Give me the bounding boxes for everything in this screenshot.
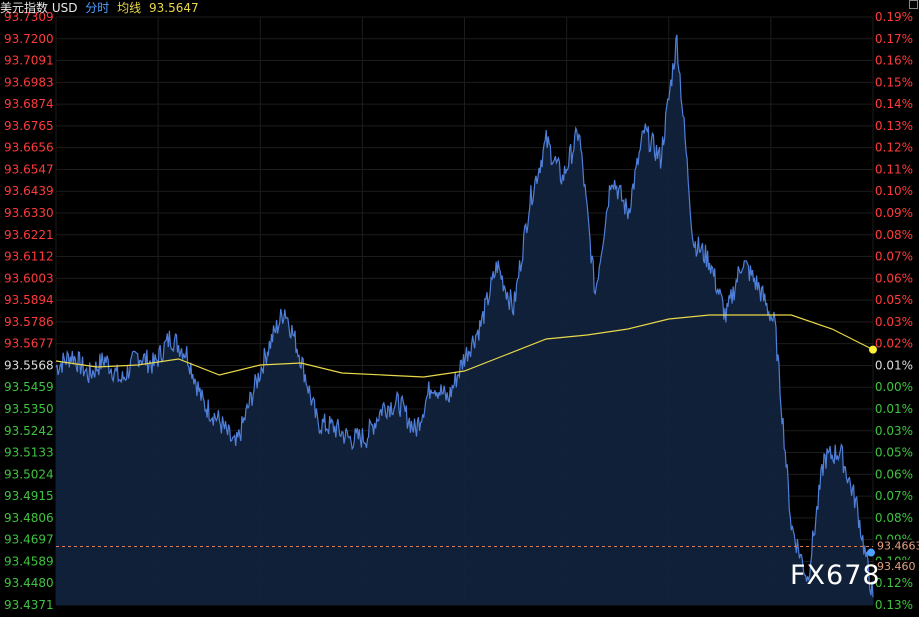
intraday-chart[interactable]: 93.730993.720093.709193.698393.687493.67…	[0, 0, 919, 617]
left-tick-label: 93.7200	[4, 32, 54, 46]
chart-header: 美元指数 USD 分时 均线 93.5647	[0, 0, 203, 16]
instrument-name: 美元指数 USD	[0, 1, 78, 15]
right-tick-label: 0.06%	[875, 467, 913, 481]
right-tick-label: 0.05%	[875, 446, 913, 460]
left-tick-label: 93.4480	[4, 576, 54, 590]
left-price-axis: 93.730993.720093.709193.698393.687493.67…	[4, 10, 54, 612]
right-tick-label: 0.03%	[875, 315, 913, 329]
right-tick-label: 0.13%	[875, 598, 913, 612]
right-tick-label: 0.07%	[875, 250, 913, 264]
right-tick-label: 0.02%	[875, 337, 913, 351]
left-tick-label: 93.5568	[4, 358, 54, 372]
left-tick-label: 93.4915	[4, 489, 54, 503]
right-tick-label: 0.01%	[875, 402, 913, 416]
left-tick-label: 93.4589	[4, 554, 54, 568]
left-tick-label: 93.5786	[4, 315, 54, 329]
left-tick-label: 93.4371	[4, 598, 54, 612]
left-tick-label: 93.5133	[4, 446, 54, 460]
mode-label[interactable]: 分时	[85, 1, 109, 15]
left-tick-label: 93.4806	[4, 511, 54, 525]
right-tick-label: 0.08%	[875, 228, 913, 242]
right-tick-label: 0.17%	[875, 32, 913, 46]
right-tick-label: 0.03%	[875, 424, 913, 438]
right-tick-label: 0.05%	[875, 293, 913, 307]
right-percent-axis: 0.19% 0.17% 0.16% 0.15% 0.14% 0.13% 0.12% 0.11%…	[875, 10, 913, 612]
right-tick-label: 0.12%	[875, 141, 913, 155]
left-tick-label: 93.4697	[4, 533, 54, 547]
left-tick-label: 93.6221	[4, 228, 54, 242]
left-tick-label: 93.5677	[4, 337, 54, 351]
right-tick-label: 0.15%	[875, 75, 913, 89]
right-tick-label: 0.13%	[875, 119, 913, 133]
marker-label: 93.4663	[877, 540, 919, 553]
right-tick-label: 0.19%	[875, 10, 913, 24]
left-tick-label: 93.5350	[4, 402, 54, 416]
left-tick-label: 93.6330	[4, 206, 54, 220]
right-tick-label: 0.00%	[875, 380, 913, 394]
right-tick-label: 0.14%	[875, 97, 913, 111]
left-tick-label: 93.6112	[4, 250, 54, 264]
left-tick-label: 93.6983	[4, 75, 54, 89]
right-tick-label: 0.01%	[875, 358, 913, 372]
left-tick-label: 93.7091	[4, 54, 54, 68]
left-tick-label: 93.5459	[4, 380, 54, 394]
right-tick-label: 0.16%	[875, 54, 913, 68]
right-tick-label: 0.08%	[875, 511, 913, 525]
left-tick-label: 93.6656	[4, 141, 54, 155]
watermark: FX678	[790, 560, 881, 591]
right-tick-label: 0.06%	[875, 271, 913, 285]
left-tick-label: 93.6874	[4, 97, 54, 111]
left-tick-label: 93.6765	[4, 119, 54, 133]
right-tick-label: 0.10%	[875, 184, 913, 198]
left-tick-label: 93.6003	[4, 271, 54, 285]
right-tick-label: 0.11%	[875, 162, 913, 176]
maximize-icon[interactable]	[909, 0, 918, 9]
left-tick-label: 93.5242	[4, 424, 54, 438]
right-tick-label: 0.07%	[875, 489, 913, 503]
left-tick-label: 93.5894	[4, 293, 54, 307]
right-tick-label: 0.12%	[875, 576, 913, 590]
ma-label: 均线	[117, 1, 142, 15]
left-tick-label: 93.6439	[4, 184, 54, 198]
marker-label: 93.460	[877, 560, 916, 573]
left-tick-label: 93.6547	[4, 162, 54, 176]
right-tick-label: 0.09%	[875, 206, 913, 220]
ma-value: 93.5647	[148, 1, 199, 15]
price-end-dot	[867, 548, 875, 557]
left-tick-label: 93.5024	[4, 467, 54, 481]
